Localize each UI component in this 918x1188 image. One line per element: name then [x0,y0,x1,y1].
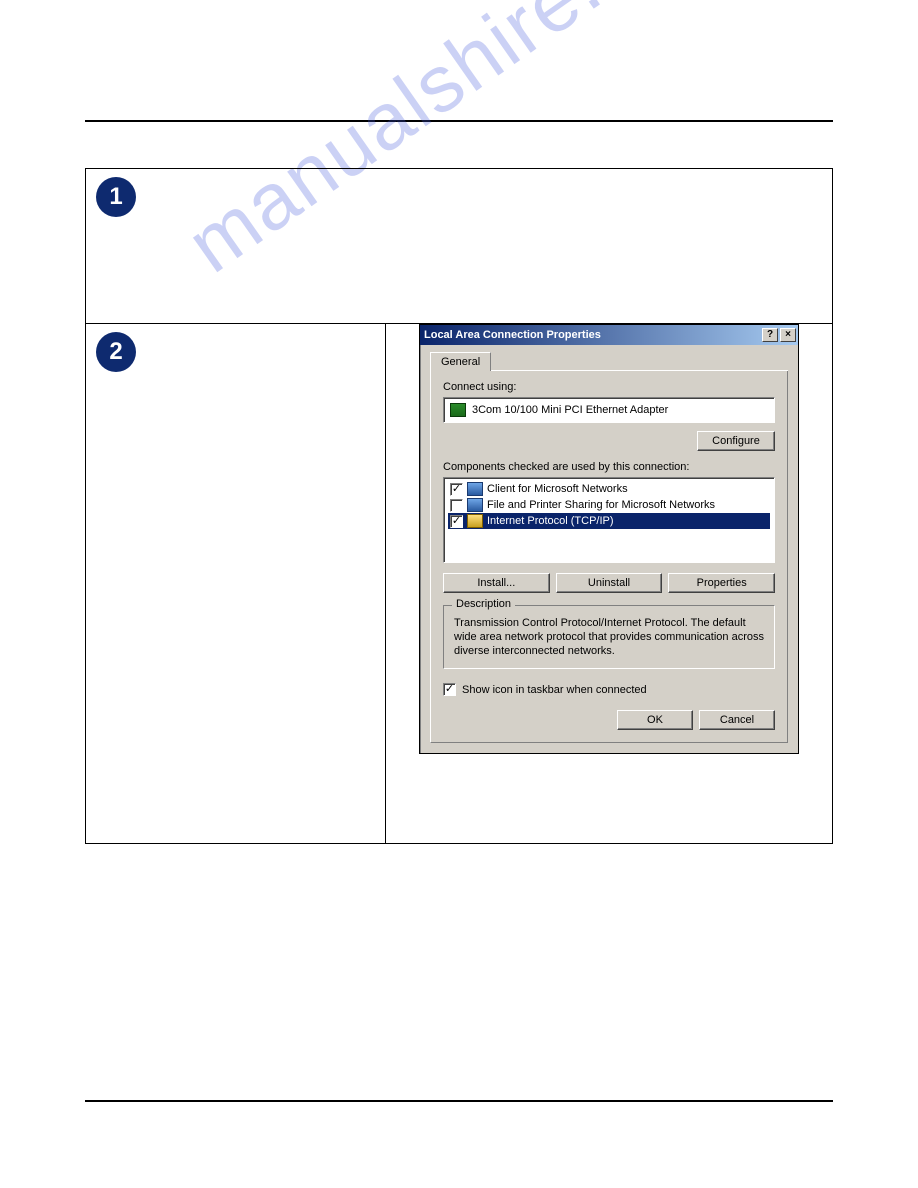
protocol-icon [467,514,483,528]
dialog-cell: Local Area Connection Properties ? × Gen… [386,324,833,844]
close-button[interactable]: × [780,328,796,342]
step-1-badge: 1 [96,177,136,217]
client-icon [467,482,483,496]
network-adapter-icon [450,403,466,417]
connect-using-label: Connect using: [443,381,775,393]
description-groupbox: Description Transmission Control Protoco… [443,605,775,669]
cancel-button[interactable]: Cancel [699,710,775,730]
properties-dialog: Local Area Connection Properties ? × Gen… [419,324,799,754]
adapter-name: 3Com 10/100 Mini PCI Ethernet Adapter [472,404,668,416]
show-icon-label: Show icon in taskbar when connected [462,684,647,696]
component-item-client[interactable]: ✓ Client for Microsoft Networks [448,481,770,497]
dialog-title: Local Area Connection Properties [424,329,760,341]
component-item-tcpip[interactable]: ✓ Internet Protocol (TCP/IP) [448,513,770,529]
components-listbox[interactable]: ✓ Client for Microsoft Networks File and… [443,477,775,563]
tab-general[interactable]: General [430,352,491,371]
component-label: Internet Protocol (TCP/IP) [487,515,614,527]
checkbox-icon[interactable]: ✓ [450,483,463,496]
component-label: Client for Microsoft Networks [487,483,628,495]
help-button[interactable]: ? [762,328,778,342]
steps-table: 1 2 Local Area Connection Properties ? × [85,168,833,844]
document-page: manualshire.com 1 2 Local Area Connectio… [0,0,918,140]
fileshare-icon [467,498,483,512]
show-icon-row: ✓ Show icon in taskbar when connected [443,683,775,696]
bottom-horizontal-rule [85,1100,833,1102]
checkbox-icon[interactable]: ✓ [450,515,463,528]
step-1-cell: 1 [86,169,833,324]
dialog-body: General Connect using: 3Com 10/100 Mini … [420,345,798,753]
adapter-field: 3Com 10/100 Mini PCI Ethernet Adapter [443,397,775,423]
configure-button[interactable]: Configure [697,431,775,451]
ok-button[interactable]: OK [617,710,693,730]
description-group-title: Description [452,598,515,610]
component-item-fileshare[interactable]: File and Printer Sharing for Microsoft N… [448,497,770,513]
step-2-cell: 2 [86,324,386,844]
tab-strip: General [430,351,788,371]
top-horizontal-rule [85,120,833,122]
properties-button[interactable]: Properties [668,573,775,593]
dialog-titlebar[interactable]: Local Area Connection Properties ? × [420,325,798,345]
tab-panel-general: Connect using: 3Com 10/100 Mini PCI Ethe… [430,371,788,743]
component-label: File and Printer Sharing for Microsoft N… [487,499,715,511]
show-icon-checkbox[interactable]: ✓ [443,683,456,696]
uninstall-button[interactable]: Uninstall [556,573,663,593]
components-label: Components checked are used by this conn… [443,461,775,473]
checkbox-icon[interactable] [450,499,463,512]
description-text: Transmission Control Protocol/Internet P… [454,616,764,658]
install-button[interactable]: Install... [443,573,550,593]
step-2-badge: 2 [96,332,136,372]
